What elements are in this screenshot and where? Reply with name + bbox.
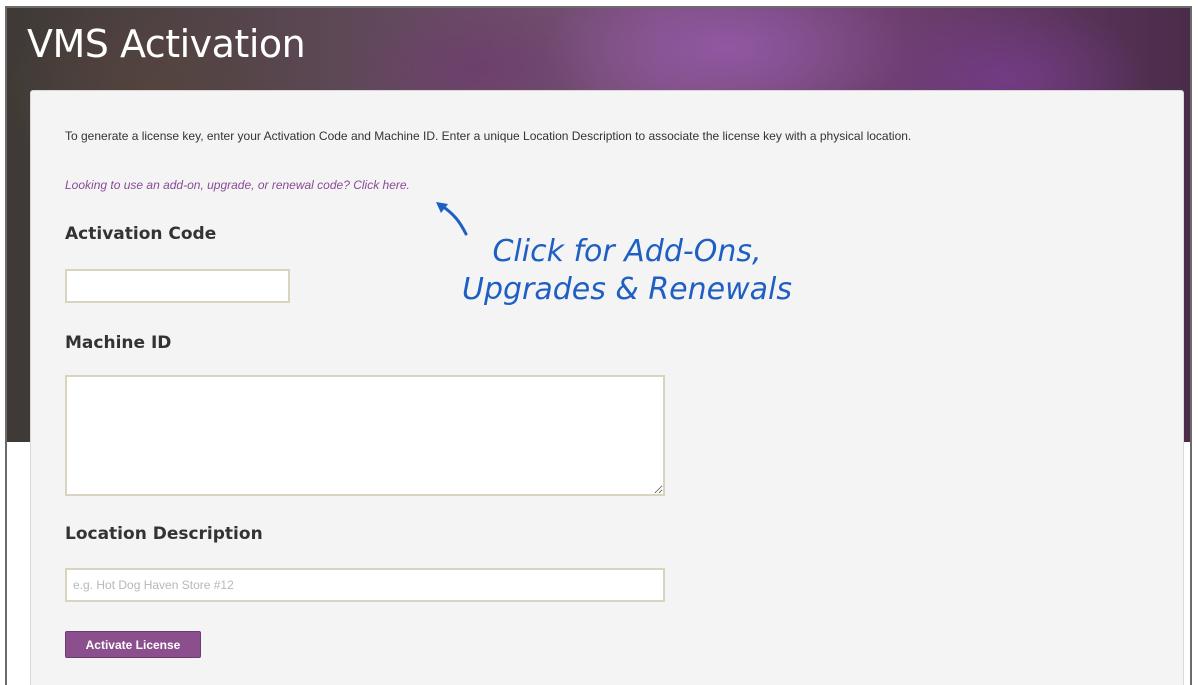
activate-license-button[interactable]: Activate License — [65, 631, 201, 658]
annotation-callout: Click for Add-Ons, Upgrades & Renewals — [417, 233, 837, 309]
activation-code-input[interactable] — [65, 269, 290, 303]
machine-id-textarea[interactable] — [65, 375, 665, 496]
addon-upgrade-renewal-link[interactable]: Looking to use an add-on, upgrade, or re… — [65, 178, 410, 192]
location-description-label: Location Description — [65, 524, 263, 544]
page-title: VMS Activation — [27, 22, 306, 66]
browser-frame: VMS Activation To generate a license key… — [5, 6, 1192, 685]
annotation-line-2: Upgrades & Renewals — [461, 272, 792, 307]
activation-code-label: Activation Code — [65, 224, 217, 244]
machine-id-label: Machine ID — [65, 333, 172, 353]
intro-text: To generate a license key, enter your Ac… — [65, 129, 912, 143]
annotation-line-1: Click for Add-Ons, — [492, 234, 762, 269]
location-description-input[interactable] — [65, 568, 665, 602]
activation-form-panel: To generate a license key, enter your Ac… — [30, 90, 1184, 685]
annotation-arrow-icon — [436, 202, 468, 236]
